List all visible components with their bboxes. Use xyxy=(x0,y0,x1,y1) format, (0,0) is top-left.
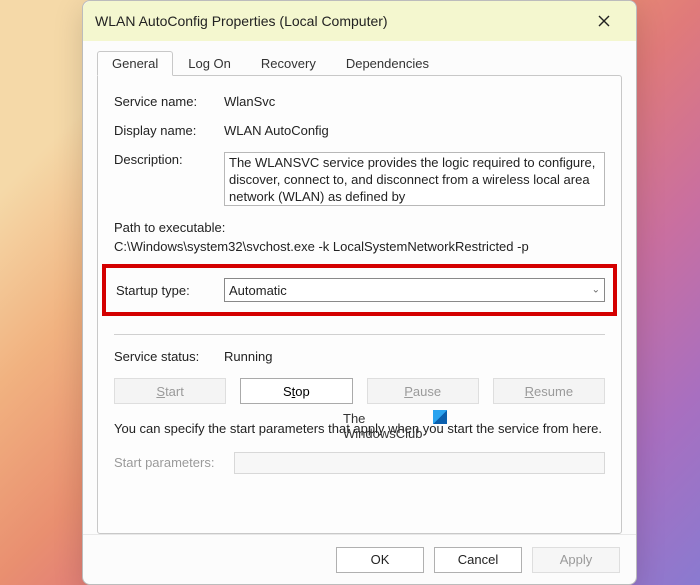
resume-button[interactable]: Resume xyxy=(493,378,605,404)
pause-button[interactable]: Pause xyxy=(367,378,479,404)
close-icon xyxy=(598,15,610,27)
titlebar[interactable]: WLAN AutoConfig Properties (Local Comput… xyxy=(83,1,636,41)
startup-type-row: Startup type: Automatic ⌄ xyxy=(102,264,617,316)
label-startup-type: Startup type: xyxy=(116,283,224,298)
start-params-input xyxy=(234,452,605,474)
stop-button[interactable]: Stop xyxy=(240,378,352,404)
value-path: C:\Windows\system32\svchost.exe -k Local… xyxy=(114,239,605,254)
ok-button[interactable]: OK xyxy=(336,547,424,573)
value-display-name: WLAN AutoConfig xyxy=(224,123,605,138)
cancel-button[interactable]: Cancel xyxy=(434,547,522,573)
label-service-status: Service status: xyxy=(114,349,224,364)
value-service-name: WlanSvc xyxy=(224,94,605,109)
tabstrip: General Log On Recovery Dependencies xyxy=(97,49,622,75)
start-params-note: You can specify the start parameters tha… xyxy=(114,420,605,438)
close-button[interactable] xyxy=(584,6,624,36)
startup-type-combo[interactable]: Automatic ⌄ xyxy=(224,278,605,302)
tab-log-on[interactable]: Log On xyxy=(173,51,246,75)
separator xyxy=(114,334,605,335)
tab-recovery[interactable]: Recovery xyxy=(246,51,331,75)
tab-general[interactable]: General xyxy=(97,51,173,76)
start-button[interactable]: Start xyxy=(114,378,226,404)
apply-button[interactable]: Apply xyxy=(532,547,620,573)
window-title: WLAN AutoConfig Properties (Local Comput… xyxy=(95,13,584,29)
startup-type-value: Automatic xyxy=(229,283,287,298)
label-start-params: Start parameters: xyxy=(114,455,234,470)
label-display-name: Display name: xyxy=(114,123,224,138)
description-box: The WLANSVC service provides the logic r… xyxy=(224,152,605,206)
dialog-footer: OK Cancel Apply xyxy=(83,534,636,584)
label-description: Description: xyxy=(114,152,224,167)
tab-dependencies[interactable]: Dependencies xyxy=(331,51,444,75)
chevron-down-icon: ⌄ xyxy=(592,285,600,296)
value-service-status: Running xyxy=(224,349,272,364)
label-path: Path to executable: xyxy=(114,220,605,235)
tab-panel-general: Service name: WlanSvc Display name: WLAN… xyxy=(97,75,622,534)
label-service-name: Service name: xyxy=(114,94,224,109)
properties-dialog: WLAN AutoConfig Properties (Local Comput… xyxy=(82,0,637,585)
value-description: The WLANSVC service provides the logic r… xyxy=(229,155,595,204)
